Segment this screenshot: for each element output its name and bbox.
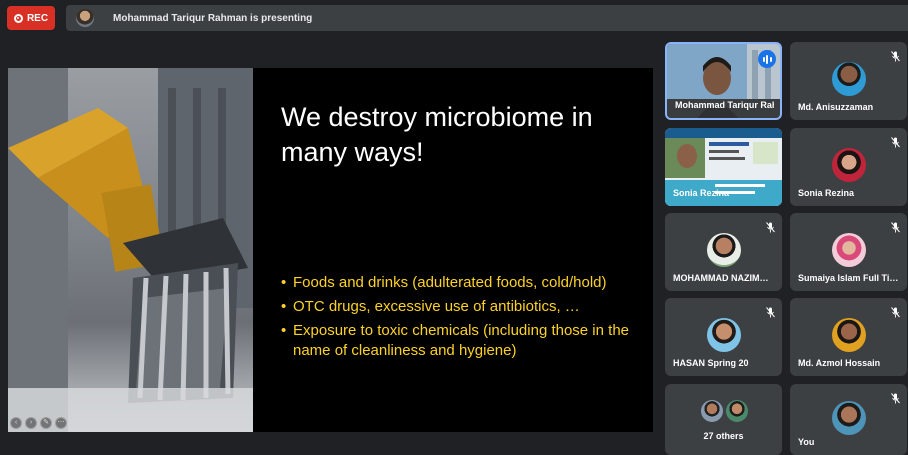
presenter-avatar <box>76 9 94 27</box>
record-icon <box>13 13 23 23</box>
avatar <box>707 318 741 352</box>
others-count: 27 others <box>703 431 744 441</box>
slide-photo: ‹ › ✎ ⋯ <box>8 68 253 432</box>
mic-off-icon <box>766 307 775 318</box>
avatar <box>832 401 866 435</box>
participant-name: You <box>798 437 815 447</box>
mic-off-icon <box>891 307 900 318</box>
participant-tile[interactable]: Md. Anisuzzaman <box>790 42 907 120</box>
participant-name: Md. Azmol Hossain <box>798 358 881 368</box>
shared-slide: ‹ › ✎ ⋯ We destroy microbiome in many wa… <box>8 68 653 432</box>
avatar <box>832 148 866 182</box>
participant-tile[interactable]: You <box>790 384 907 455</box>
slide-nav-icon[interactable]: ‹ <box>10 417 22 429</box>
slide-bullet: Foods and drinks (adulterated foods, col… <box>281 273 641 293</box>
mic-off-icon <box>891 51 900 62</box>
participant-tile[interactable]: MOHAMMAD NAZIM… <box>665 213 782 291</box>
participant-name: Sonia Rezina <box>798 188 855 198</box>
slide-nav-icon[interactable]: ⋯ <box>55 417 67 429</box>
slide-title: We destroy microbiome in many ways! <box>281 102 593 167</box>
slide-nav-icon[interactable]: › <box>25 417 37 429</box>
participant-name: Mohammad Tariqur Rahman <box>675 100 774 110</box>
others-avatars <box>701 400 748 422</box>
participant-tile[interactable]: Sumaiya Islam Full Ti… <box>790 213 907 291</box>
mic-off-icon <box>766 222 775 233</box>
participant-tile[interactable]: Md. Azmol Hossain <box>790 298 907 376</box>
slide-bullets: Foods and drinks (adulterated foods, col… <box>281 273 641 365</box>
presenting-banner: Mohammad Tariqur Rahman is presenting <box>66 5 908 31</box>
avatar <box>707 233 741 267</box>
presenting-text: Mohammad Tariqur Rahman is presenting <box>113 12 313 24</box>
slide-bullet: OTC drugs, excessive use of antibiotics,… <box>281 297 641 317</box>
recording-label: REC <box>26 12 49 24</box>
participant-name: MOHAMMAD NAZIM… <box>673 273 769 283</box>
participant-tile[interactable]: Mohammad Tariqur Rahman <box>665 42 782 120</box>
slide-bullet: Exposure to toxic chemicals (including t… <box>281 321 641 361</box>
slide-nav-icon[interactable]: ✎ <box>40 417 52 429</box>
avatar <box>726 400 748 422</box>
mic-off-icon <box>891 393 900 404</box>
participant-tile[interactable]: Sonia Rezina <box>790 128 907 206</box>
participant-name: HASAN Spring 20 <box>673 358 749 368</box>
speaking-icon <box>758 50 776 68</box>
participant-name: Sumaiya Islam Full Ti… <box>798 273 899 283</box>
mic-off-icon <box>891 222 900 233</box>
participant-tile[interactable]: Sonia Rezina <box>665 128 782 206</box>
slide-controls[interactable]: ‹ › ✎ ⋯ <box>10 417 67 429</box>
avatar <box>832 62 866 96</box>
recording-indicator: REC <box>7 6 55 30</box>
participant-name: Sonia Rezina <box>673 188 730 198</box>
mic-off-icon <box>891 137 900 148</box>
avatar <box>701 400 723 422</box>
participant-tile[interactable]: 27 others <box>665 384 782 455</box>
participant-name: Md. Anisuzzaman <box>798 102 874 112</box>
avatar <box>832 318 866 352</box>
avatar <box>832 233 866 267</box>
participant-tile[interactable]: HASAN Spring 20 <box>665 298 782 376</box>
